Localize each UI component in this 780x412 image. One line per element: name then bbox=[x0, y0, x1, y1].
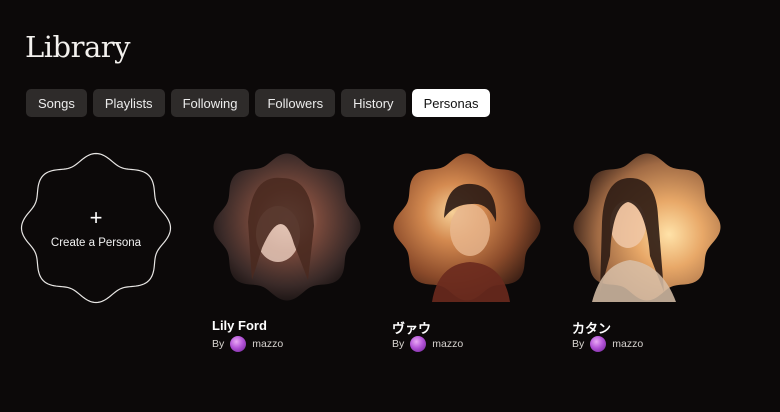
persona-name[interactable]: カタン bbox=[572, 318, 611, 337]
create-persona-label: Create a Persona bbox=[50, 237, 142, 249]
author-name[interactable]: mazzo bbox=[252, 338, 283, 350]
create-persona-button[interactable]: + Create a Persona bbox=[20, 152, 172, 304]
tab-history[interactable]: History bbox=[341, 89, 406, 117]
tab-personas[interactable]: Personas bbox=[411, 89, 491, 117]
by-label: By bbox=[392, 338, 405, 350]
plus-icon: + bbox=[89, 205, 103, 230]
persona-portrait[interactable] bbox=[392, 152, 542, 302]
author-avatar[interactable] bbox=[410, 336, 427, 352]
persona-byline: By mazzo bbox=[392, 336, 463, 352]
tab-following[interactable]: Following bbox=[170, 89, 250, 117]
persona-portrait[interactable] bbox=[212, 152, 362, 302]
persona-name[interactable]: Lily Ford bbox=[212, 318, 267, 333]
author-name[interactable]: mazzo bbox=[612, 338, 643, 350]
by-label: By bbox=[212, 338, 225, 350]
persona-portrait[interactable] bbox=[572, 152, 722, 302]
author-avatar[interactable] bbox=[230, 336, 247, 352]
tab-playlists[interactable]: Playlists bbox=[92, 89, 165, 117]
persona-byline: By mazzo bbox=[212, 336, 283, 352]
tab-followers[interactable]: Followers bbox=[255, 89, 336, 117]
persona-byline: By mazzo bbox=[572, 336, 643, 352]
persona-name[interactable]: ヴァウ bbox=[392, 318, 431, 337]
library-tabs: Songs Playlists Following Followers Hist… bbox=[26, 89, 491, 117]
tab-songs[interactable]: Songs bbox=[26, 89, 87, 117]
author-name[interactable]: mazzo bbox=[432, 338, 463, 350]
page-title: Library bbox=[25, 30, 131, 64]
by-label: By bbox=[572, 338, 585, 350]
author-avatar[interactable] bbox=[590, 336, 607, 352]
